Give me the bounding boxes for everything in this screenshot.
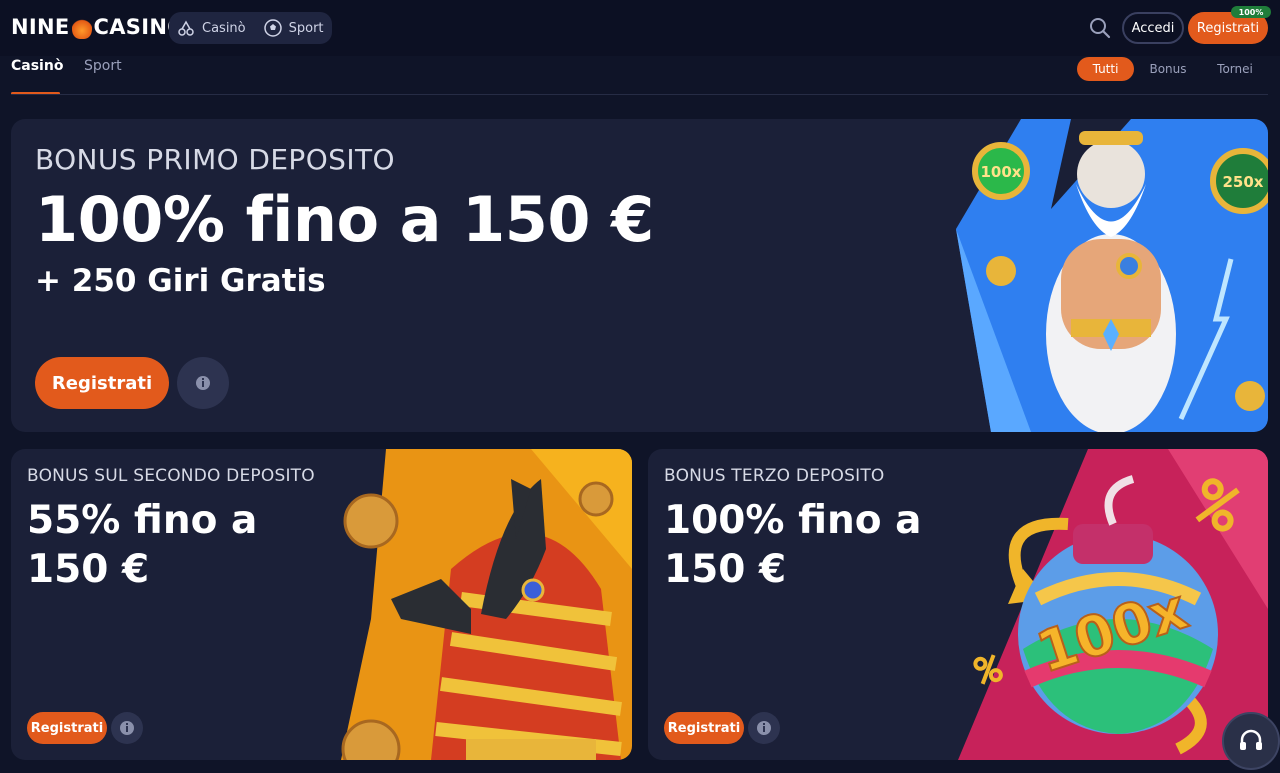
coin-100x-label: 100x — [981, 163, 1022, 181]
promo-second-deposit[interactable]: BONUS SUL SECONDO DEPOSITO 55% fino a 15… — [11, 449, 632, 760]
promo-second-headline: 55% fino a 150 € — [27, 498, 258, 592]
nav-sport[interactable]: Sport — [263, 19, 324, 37]
tab-casino[interactable]: Casinò — [11, 58, 63, 74]
register-bonus-badge: 100% — [1231, 6, 1271, 18]
promo-third-deposit[interactable]: 100x BONUS TERZO DEPOSITO 100% fino a 15… — [648, 449, 1268, 760]
filter-bonus[interactable]: Bonus — [1140, 57, 1196, 81]
top-header: NINE CASINO Casinò Sport Accedi Registra… — [0, 0, 1280, 56]
zeus-illustration: 100x 250x — [956, 119, 1268, 432]
bomb-illustration: 100x — [958, 449, 1268, 760]
filter-tutti[interactable]: Tutti — [1077, 57, 1134, 81]
info-icon — [196, 376, 210, 390]
search-icon[interactable] — [1088, 16, 1112, 40]
tab-sport[interactable]: Sport — [84, 58, 122, 74]
anubis-illustration — [341, 449, 632, 760]
promo-second-subtitle: BONUS SUL SECONDO DEPOSITO — [27, 466, 315, 486]
headset-icon — [1240, 729, 1262, 750]
subnav-divider — [11, 94, 1268, 95]
logo-text-nine: NINE — [11, 15, 70, 39]
filter-tornei[interactable]: Tornei — [1206, 57, 1264, 81]
nav-casino-label: Casinò — [202, 20, 246, 36]
promo-third-info-button[interactable] — [748, 712, 780, 744]
promo-main-info-button[interactable] — [177, 357, 229, 409]
login-button[interactable]: Accedi — [1122, 12, 1184, 44]
promo-first-deposit[interactable]: 100x 250x BONUS PRIMO DEPOSITO 100% fino… — [11, 119, 1268, 432]
promo-main-register-button[interactable]: Registrati — [35, 357, 169, 409]
promo-second-register-button[interactable]: Registrati — [27, 712, 107, 744]
support-chat-button[interactable] — [1222, 712, 1280, 770]
info-icon — [120, 721, 134, 735]
cherries-icon — [178, 20, 194, 36]
promo-second-info-button[interactable] — [111, 712, 143, 744]
main-nav: Casinò Sport — [169, 12, 332, 44]
promo-main-headline: 100% fino a 150 € — [35, 183, 654, 256]
flame-icon — [71, 15, 92, 39]
promo-third-headline: 100% fino a 150 € — [664, 498, 922, 592]
nav-sport-label: Sport — [288, 20, 324, 36]
soccer-ball-icon — [263, 19, 282, 37]
promo-third-register-button[interactable]: Registrati — [664, 712, 744, 744]
nav-casino[interactable]: Casinò — [177, 19, 246, 37]
promo-main-extra: + 250 Giri Gratis — [35, 263, 326, 299]
promo-third-subtitle: BONUS TERZO DEPOSITO — [664, 466, 885, 486]
coin-250x-label: 250x — [1223, 173, 1264, 191]
promo-main-subtitle: BONUS PRIMO DEPOSITO — [35, 143, 395, 176]
info-icon — [757, 721, 771, 735]
